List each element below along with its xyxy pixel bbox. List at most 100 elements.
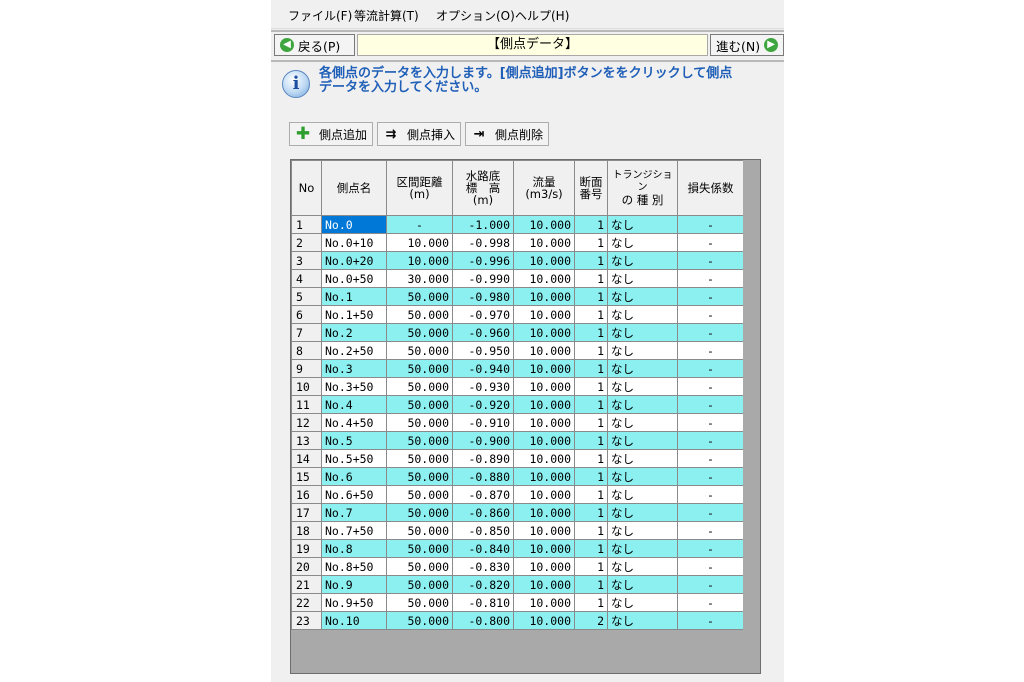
cell-name[interactable]: No.3+50 xyxy=(321,377,387,396)
cell-transition[interactable]: なし xyxy=(607,341,678,360)
cell-loss[interactable]: - xyxy=(677,521,744,540)
cell-no[interactable]: 21 xyxy=(291,575,322,594)
cell-name[interactable]: No.8 xyxy=(321,539,387,558)
cell-no[interactable]: 15 xyxy=(291,467,322,486)
cell-section[interactable]: 1 xyxy=(574,215,608,234)
cell-transition[interactable]: なし xyxy=(607,287,678,306)
cell-transition[interactable]: なし xyxy=(607,215,678,234)
cell-distance[interactable]: 50.000 xyxy=(386,305,453,324)
cell-distance[interactable]: 50.000 xyxy=(386,431,453,450)
cell-distance[interactable]: - xyxy=(386,215,453,234)
cell-loss[interactable]: - xyxy=(677,233,744,252)
cell-elevation[interactable]: -0.960 xyxy=(452,323,514,342)
cell-name[interactable]: No.1 xyxy=(321,287,387,306)
cell-flow[interactable]: 10.000 xyxy=(513,521,575,540)
cell-name[interactable]: No.9+50 xyxy=(321,593,387,612)
cell-transition[interactable]: なし xyxy=(607,323,678,342)
table-row[interactable]: 21 No.9 50.000 -0.820 10.000 1 なし - xyxy=(291,575,744,594)
cell-flow[interactable]: 10.000 xyxy=(513,215,575,234)
cell-name[interactable]: No.6+50 xyxy=(321,485,387,504)
back-button[interactable]: ◀ 戻る(P) xyxy=(274,34,355,56)
cell-loss[interactable]: - xyxy=(677,449,744,468)
cell-section[interactable]: 1 xyxy=(574,593,608,612)
cell-name[interactable]: No.7+50 xyxy=(321,521,387,540)
cell-elevation[interactable]: -0.860 xyxy=(452,503,514,522)
cell-loss[interactable]: - xyxy=(677,305,744,324)
cell-name[interactable]: No.0 xyxy=(321,215,387,234)
cell-no[interactable]: 14 xyxy=(291,449,322,468)
cell-distance[interactable]: 50.000 xyxy=(386,611,453,630)
cell-flow[interactable]: 10.000 xyxy=(513,233,575,252)
table-row[interactable]: 11 No.4 50.000 -0.920 10.000 1 なし - xyxy=(291,395,744,414)
cell-section[interactable]: 1 xyxy=(574,377,608,396)
table-row[interactable]: 8 No.2+50 50.000 -0.950 10.000 1 なし - xyxy=(291,341,744,360)
cell-no[interactable]: 22 xyxy=(291,593,322,612)
cell-elevation[interactable]: -0.890 xyxy=(452,449,514,468)
cell-loss[interactable]: - xyxy=(677,413,744,432)
col-header-loss[interactable]: 損失係数 xyxy=(677,160,744,216)
table-row[interactable]: 12 No.4+50 50.000 -0.910 10.000 1 なし - xyxy=(291,413,744,432)
menu-calc[interactable]: 等流計算(T) xyxy=(354,7,419,24)
cell-flow[interactable]: 10.000 xyxy=(513,431,575,450)
cell-flow[interactable]: 10.000 xyxy=(513,341,575,360)
cell-no[interactable]: 2 xyxy=(291,233,322,252)
cell-flow[interactable]: 10.000 xyxy=(513,305,575,324)
table-row[interactable]: 13 No.5 50.000 -0.900 10.000 1 なし - xyxy=(291,431,744,450)
col-header-transition[interactable]: トランジション の 種 別 xyxy=(607,160,678,216)
cell-elevation[interactable]: -0.996 xyxy=(452,251,514,270)
cell-elevation[interactable]: -0.830 xyxy=(452,557,514,576)
cell-elevation[interactable]: -0.950 xyxy=(452,341,514,360)
table-row[interactable]: 5 No.1 50.000 -0.980 10.000 1 なし - xyxy=(291,287,744,306)
cell-flow[interactable]: 10.000 xyxy=(513,539,575,558)
cell-no[interactable]: 23 xyxy=(291,611,322,630)
table-row[interactable]: 22 No.9+50 50.000 -0.810 10.000 1 なし - xyxy=(291,593,744,612)
cell-loss[interactable]: - xyxy=(677,593,744,612)
cell-no[interactable]: 5 xyxy=(291,287,322,306)
menu-options[interactable]: オプション(O) xyxy=(436,7,515,24)
cell-elevation[interactable]: -0.880 xyxy=(452,467,514,486)
cell-distance[interactable]: 50.000 xyxy=(386,575,453,594)
cell-name[interactable]: No.4 xyxy=(321,395,387,414)
cell-no[interactable]: 20 xyxy=(291,557,322,576)
table-row[interactable]: 6 No.1+50 50.000 -0.970 10.000 1 なし - xyxy=(291,305,744,324)
cell-section[interactable]: 1 xyxy=(574,503,608,522)
cell-elevation[interactable]: -0.870 xyxy=(452,485,514,504)
cell-section[interactable]: 1 xyxy=(574,431,608,450)
cell-name[interactable]: No.7 xyxy=(321,503,387,522)
cell-loss[interactable]: - xyxy=(677,431,744,450)
cell-distance[interactable]: 50.000 xyxy=(386,467,453,486)
cell-transition[interactable]: なし xyxy=(607,503,678,522)
cell-no[interactable]: 3 xyxy=(291,251,322,270)
cell-no[interactable]: 12 xyxy=(291,413,322,432)
cell-transition[interactable]: なし xyxy=(607,467,678,486)
cell-loss[interactable]: - xyxy=(677,215,744,234)
cell-elevation[interactable]: -0.990 xyxy=(452,269,514,288)
cell-name[interactable]: No.10 xyxy=(321,611,387,630)
cell-distance[interactable]: 50.000 xyxy=(386,557,453,576)
cell-distance[interactable]: 50.000 xyxy=(386,485,453,504)
cell-loss[interactable]: - xyxy=(677,323,744,342)
cell-elevation[interactable]: -0.900 xyxy=(452,431,514,450)
col-header-flow[interactable]: 流量 (m3/s) xyxy=(513,160,575,216)
cell-section[interactable]: 1 xyxy=(574,575,608,594)
cell-elevation[interactable]: -0.840 xyxy=(452,539,514,558)
cell-no[interactable]: 4 xyxy=(291,269,322,288)
cell-name[interactable]: No.2+50 xyxy=(321,341,387,360)
cell-distance[interactable]: 50.000 xyxy=(386,287,453,306)
cell-section[interactable]: 1 xyxy=(574,449,608,468)
cell-name[interactable]: No.1+50 xyxy=(321,305,387,324)
cell-section[interactable]: 1 xyxy=(574,323,608,342)
cell-section[interactable]: 1 xyxy=(574,485,608,504)
cell-flow[interactable]: 10.000 xyxy=(513,467,575,486)
table-row[interactable]: 1 No.0- -1.000 10.000 1 なし - xyxy=(291,215,744,234)
cell-transition[interactable]: なし xyxy=(607,521,678,540)
cell-transition[interactable]: なし xyxy=(607,377,678,396)
cell-section[interactable]: 1 xyxy=(574,395,608,414)
col-header-elevation[interactable]: 水路底 標 高 (m) xyxy=(452,160,514,216)
cell-elevation[interactable]: -0.920 xyxy=(452,395,514,414)
cell-transition[interactable]: なし xyxy=(607,575,678,594)
cell-elevation[interactable]: -0.910 xyxy=(452,413,514,432)
table-row[interactable]: 3 No.0+20 10.000 -0.996 10.000 1 なし - xyxy=(291,251,744,270)
table-row[interactable]: 2 No.0+10 10.000 -0.998 10.000 1 なし - xyxy=(291,233,744,252)
cell-name[interactable]: No.3 xyxy=(321,359,387,378)
